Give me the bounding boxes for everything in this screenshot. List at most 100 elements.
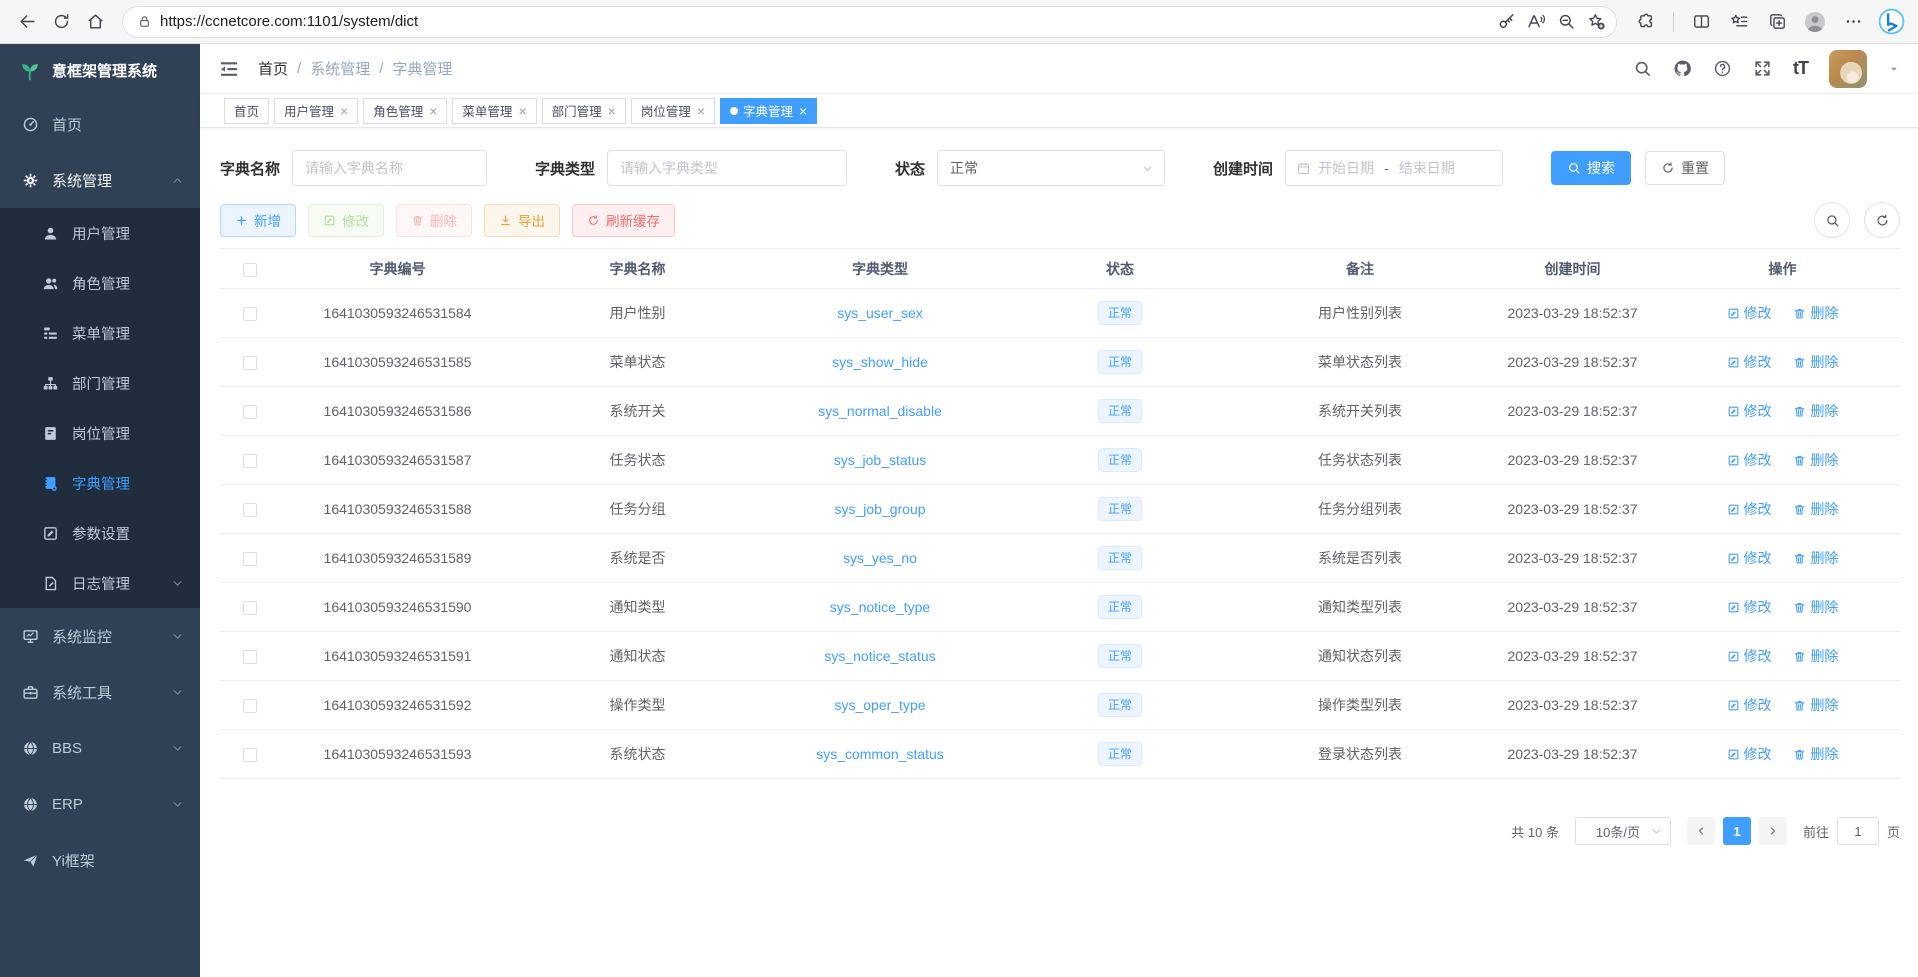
row-edit-button[interactable]: 修改: [1727, 548, 1772, 568]
dict-type-link[interactable]: sys_notice_type: [830, 599, 930, 615]
tab[interactable]: 岗位管理 ×: [631, 98, 715, 124]
row-delete-button[interactable]: 删除: [1793, 352, 1838, 372]
sidebar-item[interactable]: 系统管理: [0, 152, 200, 208]
row-checkbox[interactable]: [243, 552, 257, 566]
sidebar-item[interactable]: 首页: [0, 96, 200, 152]
user-avatar[interactable]: [1829, 50, 1867, 88]
browser-back-icon[interactable]: [10, 5, 44, 39]
sidebar-item[interactable]: 岗位管理: [0, 408, 200, 458]
select-all-checkbox[interactable]: [243, 263, 257, 277]
sidebar-item[interactable]: BBS: [0, 720, 200, 776]
row-edit-button[interactable]: 修改: [1727, 352, 1772, 372]
browser-refresh-icon[interactable]: [44, 5, 78, 39]
sidebar-item[interactable]: 部门管理: [0, 358, 200, 408]
next-page-button[interactable]: [1759, 817, 1787, 845]
tab-close-icon[interactable]: ×: [429, 104, 437, 118]
goto-page-input[interactable]: [1837, 817, 1879, 845]
dict-type-link[interactable]: sys_common_status: [816, 746, 944, 762]
toolbar-button[interactable]: 刷新缓存: [572, 204, 675, 237]
show-search-button[interactable]: [1814, 202, 1850, 238]
row-edit-button[interactable]: 修改: [1727, 744, 1772, 764]
row-checkbox[interactable]: [243, 307, 257, 321]
row-checkbox[interactable]: [243, 699, 257, 713]
zoom-out-icon[interactable]: [1552, 8, 1580, 36]
tab-close-icon[interactable]: ×: [518, 104, 526, 118]
row-edit-button[interactable]: 修改: [1727, 499, 1772, 519]
sidebar-item[interactable]: 字典管理: [0, 458, 200, 508]
dict-type-link[interactable]: sys_notice_status: [824, 648, 935, 664]
tab-close-icon[interactable]: ×: [340, 104, 348, 118]
row-delete-button[interactable]: 删除: [1793, 401, 1838, 421]
row-checkbox[interactable]: [243, 503, 257, 517]
row-edit-button[interactable]: 修改: [1727, 597, 1772, 617]
row-edit-button[interactable]: 修改: [1727, 401, 1772, 421]
sidebar-item[interactable]: ERP: [0, 776, 200, 832]
prev-page-button[interactable]: [1687, 817, 1715, 845]
collections-icon[interactable]: [1760, 5, 1794, 39]
row-delete-button[interactable]: 删除: [1793, 744, 1838, 764]
toolbar-button[interactable]: 新增: [220, 204, 296, 237]
dict-type-link[interactable]: sys_yes_no: [843, 550, 917, 566]
sidebar-toggle-icon[interactable]: [218, 58, 240, 80]
dict-type-link[interactable]: sys_job_group: [834, 501, 925, 517]
row-delete-button[interactable]: 删除: [1793, 548, 1838, 568]
sidebar-item[interactable]: Yi框架: [0, 832, 200, 888]
fullscreen-icon[interactable]: [1753, 59, 1772, 78]
sidebar-item[interactable]: 参数设置: [0, 508, 200, 558]
row-delete-button[interactable]: 删除: [1793, 597, 1838, 617]
read-aloud-icon[interactable]: [1522, 8, 1550, 36]
tab[interactable]: 字典管理 ×: [720, 98, 817, 124]
password-key-icon[interactable]: [1492, 8, 1520, 36]
dict-type-link[interactable]: sys_oper_type: [834, 697, 925, 713]
dict-type-input[interactable]: [607, 150, 847, 186]
row-delete-button[interactable]: 删除: [1793, 303, 1838, 323]
sidebar-item[interactable]: 系统工具: [0, 664, 200, 720]
sidebar-item[interactable]: 角色管理: [0, 258, 200, 308]
url-text[interactable]: https://ccnetcore.com:1101/system/dict: [160, 13, 1492, 30]
toolbar-button[interactable]: 修改: [308, 204, 384, 237]
dict-type-link[interactable]: sys_user_sex: [837, 305, 923, 321]
tab[interactable]: 角色管理 ×: [363, 98, 447, 124]
tab-close-icon[interactable]: ×: [608, 104, 616, 118]
help-icon[interactable]: [1713, 59, 1732, 78]
tab[interactable]: 部门管理 ×: [542, 98, 626, 124]
extensions-icon[interactable]: [1629, 5, 1663, 39]
browser-home-icon[interactable]: [78, 5, 112, 39]
row-edit-button[interactable]: 修改: [1727, 646, 1772, 666]
row-checkbox[interactable]: [243, 454, 257, 468]
header-search-icon[interactable]: [1633, 59, 1652, 78]
row-delete-button[interactable]: 删除: [1793, 646, 1838, 666]
sidebar-item[interactable]: 用户管理: [0, 208, 200, 258]
tab-close-icon[interactable]: ×: [697, 104, 705, 118]
dict-type-link[interactable]: sys_job_status: [834, 452, 927, 468]
row-delete-button[interactable]: 删除: [1793, 499, 1838, 519]
split-screen-icon[interactable]: [1684, 5, 1718, 39]
tab-close-icon[interactable]: ×: [799, 104, 807, 118]
dict-type-link[interactable]: sys_normal_disable: [818, 403, 942, 419]
browser-profile-icon[interactable]: [1798, 5, 1832, 39]
breadcrumb-item[interactable]: / 字典管理: [370, 58, 452, 79]
font-size-icon[interactable]: tT: [1793, 58, 1808, 79]
current-page[interactable]: 1: [1723, 817, 1751, 845]
toolbar-button[interactable]: 删除: [396, 204, 472, 237]
dict-type-link[interactable]: sys_show_hide: [832, 354, 928, 370]
add-favorite-icon[interactable]: [1582, 8, 1610, 36]
tab[interactable]: 首页: [224, 98, 269, 124]
reset-button[interactable]: 重置: [1645, 151, 1725, 185]
row-delete-button[interactable]: 删除: [1793, 695, 1838, 715]
tab[interactable]: 用户管理 ×: [274, 98, 358, 124]
search-button[interactable]: 搜索: [1551, 151, 1631, 185]
sidebar-item[interactable]: 菜单管理: [0, 308, 200, 358]
date-range-picker[interactable]: 开始日期 - 结束日期: [1285, 150, 1503, 186]
more-menu-icon[interactable]: [1836, 5, 1870, 39]
row-checkbox[interactable]: [243, 356, 257, 370]
page-size-select[interactable]: 10条/页: [1575, 817, 1671, 845]
status-select[interactable]: 正常: [937, 150, 1165, 186]
github-icon[interactable]: [1673, 59, 1692, 78]
tab[interactable]: 菜单管理 ×: [452, 98, 536, 124]
sidebar-item[interactable]: 系统监控: [0, 608, 200, 664]
dict-name-input[interactable]: [292, 150, 487, 186]
address-bar[interactable]: https://ccnetcore.com:1101/system/dict: [122, 6, 1617, 38]
row-checkbox[interactable]: [243, 748, 257, 762]
row-edit-button[interactable]: 修改: [1727, 450, 1772, 470]
